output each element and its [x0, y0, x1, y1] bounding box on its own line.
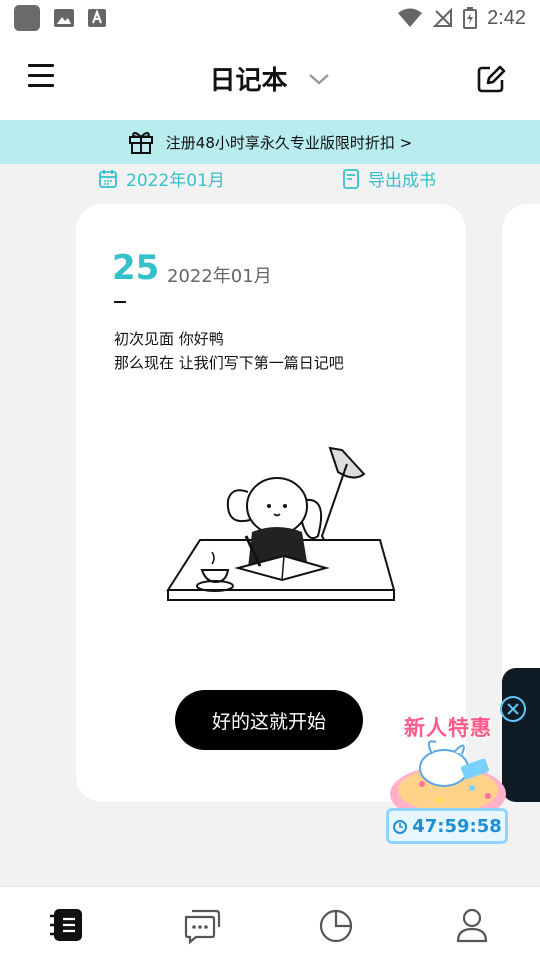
user-icon[interactable] [452, 905, 492, 945]
divider [114, 301, 126, 303]
notebook-icon[interactable] [48, 905, 88, 945]
export-label: 导出成书 [368, 171, 436, 191]
battery-charging-icon [463, 7, 478, 29]
bunny-writing-illustration [166, 446, 396, 601]
gift-icon [128, 131, 153, 154]
chevron-down-icon [308, 73, 329, 85]
clock: 2:42 [487, 6, 526, 29]
card-toolbar: 2022年01月 导出成书 [0, 164, 540, 191]
calendar-icon [99, 169, 117, 188]
date-label: 2022年01月 [126, 171, 225, 191]
document-icon [343, 168, 359, 189]
chat-icon[interactable] [182, 905, 222, 945]
export-book-link[interactable]: 导出成书 [342, 166, 436, 191]
greeting-line-2: 那么现在 让我们写下第一篇日记吧 [114, 354, 344, 372]
alarm-clock-icon [393, 820, 408, 834]
offer-title: 新人特惠 [404, 716, 492, 740]
wifi-icon [398, 8, 423, 27]
newcomer-offer-badge[interactable]: 新人特惠 47:59:58 [380, 708, 516, 852]
greeting-line-1: 初次见面 你好鸭 [114, 330, 224, 348]
page-title: 日记本 [209, 66, 288, 96]
promo-text: 注册48小时享永久专业版限时折扣 > [165, 133, 413, 152]
app-header: 日记本 [0, 36, 540, 120]
app-icon [14, 5, 40, 31]
image-icon [54, 9, 74, 27]
promo-banner[interactable]: 注册48小时享永久专业版限时折扣 > [0, 120, 540, 164]
status-bar: 2:42 [0, 0, 540, 36]
day-number: 25 [112, 248, 160, 288]
month-label: 2022年01月 [167, 266, 272, 287]
countdown-timer: 47:59:58 [386, 808, 508, 844]
start-writing-button[interactable]: 好的这就开始 [175, 690, 363, 750]
font-icon [88, 9, 106, 27]
no-signal-icon [433, 8, 453, 27]
title-dropdown[interactable]: 日记本 [0, 60, 540, 97]
edit-icon[interactable] [476, 64, 506, 94]
pie-chart-icon[interactable] [316, 905, 356, 945]
date-picker-link[interactable]: 2022年01月 [98, 166, 225, 191]
countdown-text: 47:59:58 [412, 815, 502, 837]
bottom-navigation [0, 886, 540, 960]
